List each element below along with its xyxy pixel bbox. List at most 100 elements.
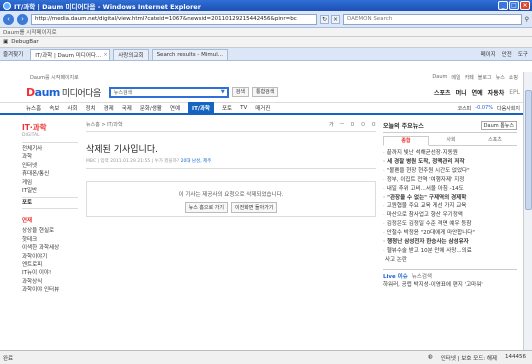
series-item[interactable]: 핫테크 bbox=[22, 236, 78, 244]
debugbar-button[interactable]: DebugBar bbox=[11, 39, 39, 45]
live-issue-item[interactable]: 하워러, 공럽 박지성-이영표에 편지 '고마워' bbox=[383, 281, 517, 289]
nav-item[interactable]: 뉴스홈 bbox=[26, 104, 41, 112]
go-news-home-button[interactable]: 뉴스 홈으로 가기 bbox=[184, 202, 228, 213]
breadcrumb-text[interactable]: 뉴스홈 > IT/과학 bbox=[86, 121, 123, 128]
integrated-search-button[interactable]: 통합검색 bbox=[251, 87, 279, 97]
stop-icon[interactable]: × bbox=[331, 14, 340, 24]
category-item[interactable]: IT일반 bbox=[22, 187, 78, 195]
top-link[interactable]: 뉴스 bbox=[496, 74, 505, 81]
url-input[interactable]: http://media.daum.net/digital/view.html?… bbox=[31, 13, 317, 25]
news-item[interactable]: · 정부, 이집트 전역 '여행자제' 지정 bbox=[383, 176, 517, 185]
news-item[interactable]: · 마산으로 참사업고 향산 우기정액 bbox=[383, 211, 517, 220]
deleted-notice: 이 기사는 제공사의 요청으로 삭제되었습니다. 뉴스 홈으로 가기 이전화면 … bbox=[86, 181, 376, 217]
nav-item[interactable]: 포토 bbox=[222, 104, 232, 112]
tab-general[interactable]: 종합 bbox=[383, 136, 429, 146]
nav-item[interactable]: 국제 bbox=[122, 104, 132, 112]
market-sub[interactable]: 다음사회지 bbox=[497, 105, 520, 112]
top-link[interactable]: 카페 bbox=[465, 74, 474, 81]
safety-menu[interactable]: 안전 bbox=[502, 50, 512, 58]
zoom-level[interactable]: 144456 bbox=[505, 354, 526, 362]
category-item[interactable]: 과학 bbox=[22, 153, 78, 161]
nav-item[interactable]: 매거진 bbox=[255, 104, 270, 112]
page-menu[interactable]: 페이지 bbox=[481, 50, 496, 58]
favorites-button[interactable]: 즐겨찾기 bbox=[3, 50, 23, 58]
market-value: -0.07% bbox=[475, 104, 493, 111]
nav-item[interactable]: 속보 bbox=[49, 104, 59, 112]
news-item[interactable]: · 행청난 삼성전자 한승사는 삼성유자 bbox=[383, 238, 517, 247]
news-item[interactable]: · 헬뷰수술 받고 10분 만에 사망...의료 bbox=[383, 247, 517, 256]
font-size-icon[interactable]: 가 bbox=[329, 121, 334, 128]
news-search-input[interactable]: 뉴스검색 ▼ bbox=[108, 86, 229, 98]
scrollbar-thumb[interactable] bbox=[525, 90, 532, 210]
news-item[interactable]: · 끝까지 빛난 석해균선장·지동원 bbox=[383, 149, 517, 158]
news-item[interactable]: · "관장을 수 없는" 구제역의 경제학 bbox=[383, 194, 517, 203]
nav-item[interactable]: 사회 bbox=[67, 104, 77, 112]
series-item[interactable]: IT뉴이 이야! bbox=[22, 269, 78, 277]
news-item[interactable]: · 내일 추위 고비...서울 아침 -14도 bbox=[383, 185, 517, 194]
series-list: 상상을 현실로 핫테크 이색한 과학세상 과학이야기 엔트로피 IT뉴이 이야!… bbox=[22, 225, 78, 294]
tab-church[interactable]: 사랑의교회 bbox=[113, 48, 149, 60]
news-item[interactable]: · 안철수 박정윤 "20대에게 마안합니다" bbox=[383, 229, 517, 238]
search-icon[interactable]: ⚲ bbox=[525, 16, 529, 23]
maximize-button[interactable]: □ bbox=[509, 1, 519, 10]
minimize-button[interactable]: _ bbox=[498, 1, 508, 10]
top-link[interactable]: 쇼핑 bbox=[509, 74, 518, 81]
daum-start-link[interactable]: Daum를 시작페이지로 bbox=[30, 74, 79, 81]
news-item[interactable]: · "볼펜을 현장 현주원 시간도 없었다" bbox=[383, 167, 517, 176]
service-money[interactable]: 머니 bbox=[456, 88, 467, 97]
go-back-button[interactable]: 이전화면 돌아가기 bbox=[231, 202, 278, 213]
series-item[interactable]: 상상을 현실로 bbox=[22, 227, 78, 235]
search-button[interactable]: 검색 bbox=[231, 87, 249, 97]
news-item[interactable]: · 고원협물 주요 교육 게선 가지 교육 bbox=[383, 202, 517, 211]
category-item[interactable]: 휴대폰/통신 bbox=[22, 170, 78, 178]
news-item[interactable]: · 세 경찰 병원 도착, 정맥관리 저작 bbox=[383, 158, 517, 167]
daum-logo[interactable]: Daum 미디어다음 bbox=[26, 86, 101, 99]
tool-icon[interactable]: ㅡ bbox=[340, 121, 345, 128]
top-news-select[interactable]: Daum 톱뉴스 bbox=[480, 121, 517, 130]
close-button[interactable]: × bbox=[520, 1, 530, 10]
tab-it[interactable]: IT/과학 | Daum 미디어다... × bbox=[30, 48, 111, 60]
service-epl[interactable]: EPL bbox=[509, 89, 520, 96]
back-arrow-icon[interactable]: ‹ bbox=[3, 13, 14, 25]
home-page-link[interactable]: Daum를 시작페이지로 bbox=[3, 28, 57, 36]
tab-search-results[interactable]: Search results - Mimul... bbox=[151, 48, 229, 60]
forward-arrow-icon[interactable]: › bbox=[17, 13, 28, 25]
service-ent[interactable]: 연예 bbox=[472, 88, 483, 97]
top-link[interactable]: 메일 bbox=[451, 74, 460, 81]
photo-link[interactable]: 포토 bbox=[22, 197, 78, 210]
tab-society[interactable]: 사회 bbox=[429, 136, 473, 145]
tools-menu[interactable]: 도구 bbox=[518, 50, 528, 58]
nav-item[interactable]: 경제 bbox=[104, 104, 114, 112]
nav-item[interactable]: 문화/생활 bbox=[140, 104, 162, 112]
nav-item[interactable]: TV bbox=[240, 105, 247, 111]
live-sub[interactable]: 뉴스검색 bbox=[412, 274, 432, 280]
market-label: 코스피 bbox=[457, 105, 472, 112]
tab-sports[interactable]: 스포츠 bbox=[473, 136, 517, 145]
category-item[interactable]: 게임 bbox=[22, 179, 78, 187]
dropdown-icon[interactable]: ▼ bbox=[221, 89, 227, 95]
vertical-scrollbar[interactable] bbox=[523, 72, 532, 350]
news-item[interactable]: · 김정은도 김정일 수준 격면 예우 등참 bbox=[383, 220, 517, 229]
refresh-icon[interactable]: ↻ bbox=[320, 14, 329, 24]
nav-item-active[interactable]: IT/과학 bbox=[188, 102, 214, 114]
news-item[interactable]: 사고 논란 bbox=[383, 256, 517, 265]
nav-item[interactable]: 정치 bbox=[85, 104, 95, 112]
series-item[interactable]: 과학이야기 bbox=[22, 253, 78, 261]
series-item[interactable]: 이색한 과학세상 bbox=[22, 244, 78, 252]
print-icon[interactable]: ㅁ bbox=[350, 121, 355, 128]
mail-icon[interactable]: ㅁ bbox=[361, 121, 366, 128]
top-link[interactable]: 블로그 bbox=[478, 74, 492, 81]
search-input[interactable]: DAEMON Search bbox=[343, 13, 522, 25]
meta-related[interactable]: 20대 남성, 제주 bbox=[181, 159, 212, 164]
close-tab-icon[interactable]: × bbox=[103, 52, 108, 58]
category-item[interactable]: 전체기사 bbox=[22, 145, 78, 153]
share-icon[interactable]: ㅁ bbox=[371, 121, 376, 128]
top-link[interactable]: Daum bbox=[432, 74, 447, 81]
service-car[interactable]: 자동차 bbox=[488, 88, 505, 97]
series-item[interactable]: 과학이야 인터뷰 bbox=[22, 286, 78, 294]
service-sports[interactable]: 스포츠 bbox=[434, 88, 451, 97]
category-item[interactable]: 인터넷 bbox=[22, 162, 78, 170]
series-item[interactable]: 과학상식 bbox=[22, 278, 78, 286]
nav-item[interactable]: 연예 bbox=[170, 104, 180, 112]
series-item[interactable]: 엔트로피 bbox=[22, 261, 78, 269]
